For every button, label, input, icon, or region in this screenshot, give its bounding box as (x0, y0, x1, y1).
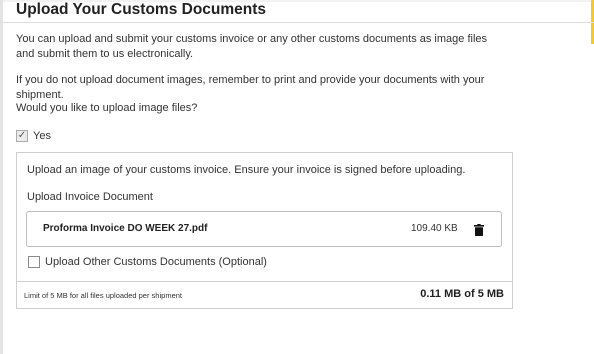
panel-footer: Limit of 5 MB for all files uploaded per… (17, 281, 512, 308)
trash-icon[interactable] (474, 223, 484, 236)
page-title: Upload Your Customs Documents (16, 1, 267, 18)
yes-label: Yes (33, 130, 51, 142)
intro-paragraph: You can upload and submit your customs i… (16, 33, 488, 60)
upload-limit-note: Limit of 5 MB for all files uploaded per… (24, 291, 182, 300)
yes-checkbox[interactable]: ✓ (16, 130, 28, 142)
yes-checkbox-row[interactable]: ✓ Yes (16, 130, 51, 142)
upload-question: Would you like to upload image files? (16, 102, 198, 114)
other-docs-checkbox-row[interactable]: Upload Other Customs Documents (Optional… (28, 256, 267, 268)
title-divider (0, 22, 594, 23)
storage-usage: 0.11 MB of 5 MB (420, 288, 504, 300)
upload-panel: Upload an image of your customs invoice.… (16, 152, 513, 309)
invoice-section-label: Upload Invoice Document (27, 191, 153, 203)
file-size: 109.40 KB (411, 223, 458, 234)
reminder-paragraph: If you do not upload document images, re… (16, 74, 485, 101)
other-docs-label: Upload Other Customs Documents (Optional… (45, 256, 267, 268)
file-name: Proforma Invoice DO WEEK 27.pdf (43, 223, 208, 234)
upload-instruction: Upload an image of your customs invoice.… (27, 164, 466, 176)
left-border (0, 0, 3, 354)
uploaded-file-row: Proforma Invoice DO WEEK 27.pdf 109.40 K… (26, 211, 502, 247)
other-docs-checkbox[interactable] (28, 256, 40, 268)
